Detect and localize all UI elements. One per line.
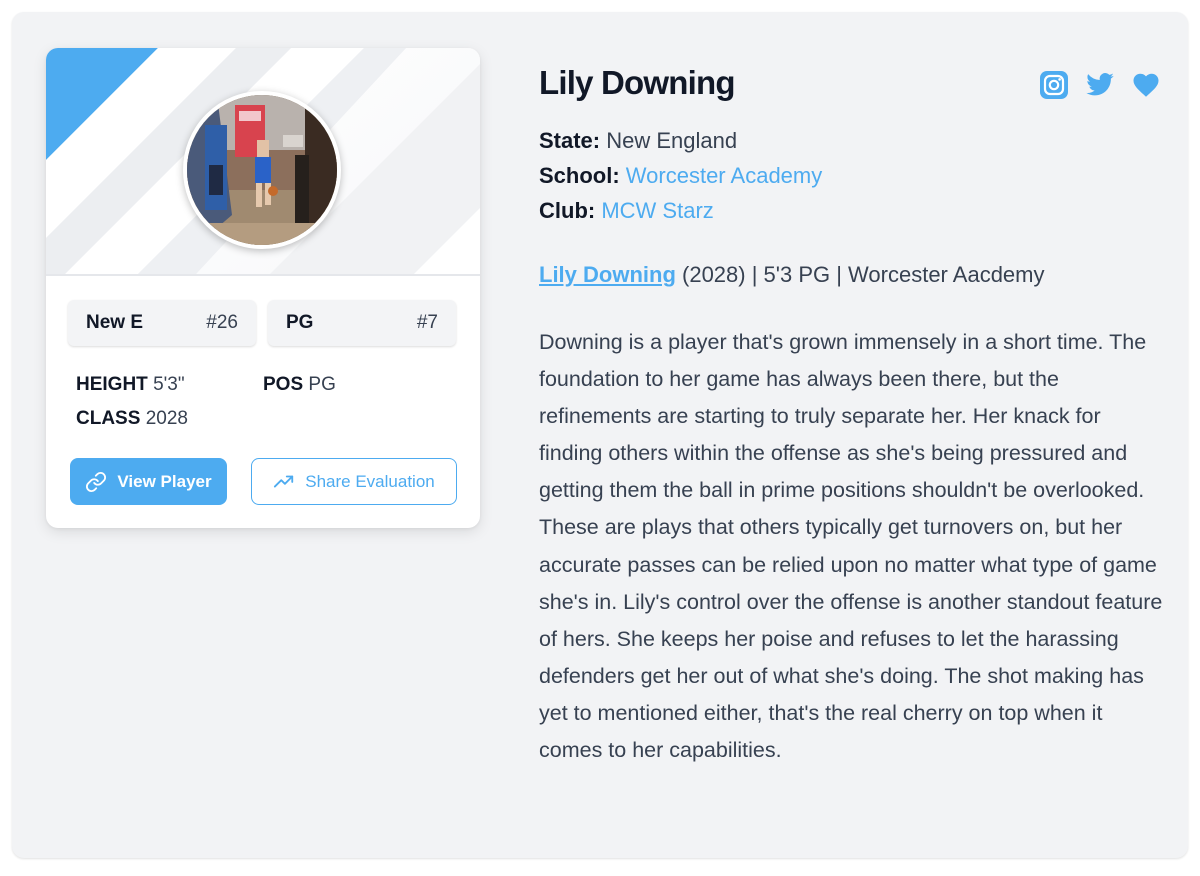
share-evaluation-label: Share Evaluation bbox=[305, 471, 435, 491]
region-rank-label: New E bbox=[86, 312, 144, 333]
school-link[interactable]: Worcester Academy bbox=[626, 163, 822, 188]
club-label: Club: bbox=[539, 198, 596, 223]
height-value: 5'3" bbox=[153, 374, 185, 395]
player-name-link[interactable]: Lily Downing bbox=[539, 262, 676, 287]
class-value: 2028 bbox=[145, 408, 188, 429]
position-rank-box: PG #7 bbox=[268, 300, 456, 346]
position-value: PG bbox=[308, 374, 336, 395]
height-stat: HEIGHT 5'3" bbox=[76, 374, 185, 396]
share-evaluation-button[interactable]: Share Evaluation bbox=[251, 458, 457, 505]
position-rank-value: #7 bbox=[416, 312, 438, 333]
height-label: HEIGHT bbox=[76, 374, 148, 395]
heart-icon[interactable] bbox=[1131, 70, 1161, 100]
club-line: Club: MCW Starz bbox=[539, 198, 714, 224]
club-link[interactable]: MCW Starz bbox=[601, 198, 713, 223]
player-summary-line: Lily Downing (2028) | 5'3 PG | Worcester… bbox=[539, 262, 1045, 288]
trending-up-icon bbox=[273, 471, 295, 493]
region-rank-value: #26 bbox=[206, 312, 238, 333]
view-player-button[interactable]: View Player bbox=[70, 458, 227, 505]
player-name: Lily Downing bbox=[539, 64, 736, 101]
banner-divider bbox=[46, 274, 480, 276]
state-line: State: New England bbox=[539, 128, 737, 154]
player-profile-panel: New E #26 PG #7 HEIGHT 5'3" POS PG CLASS… bbox=[12, 12, 1188, 858]
school-line: School: Worcester Academy bbox=[539, 163, 822, 189]
avatar-photo bbox=[187, 95, 337, 245]
summary-text: (2028) | 5'3 PG | Worcester Aacdemy bbox=[675, 262, 1045, 287]
player-avatar bbox=[183, 91, 341, 249]
position-rank-label: PG bbox=[286, 312, 314, 333]
region-rank-box: New E #26 bbox=[68, 300, 256, 346]
link-icon bbox=[85, 471, 107, 493]
position-stat: POS PG bbox=[263, 374, 336, 396]
school-label: School: bbox=[539, 163, 620, 188]
state-label: State: bbox=[539, 128, 601, 153]
state-value: New England bbox=[606, 128, 738, 153]
instagram-icon[interactable] bbox=[1039, 70, 1069, 100]
player-card: New E #26 PG #7 HEIGHT 5'3" POS PG CLASS… bbox=[46, 48, 480, 528]
class-stat: CLASS 2028 bbox=[76, 408, 188, 430]
view-player-label: View Player bbox=[117, 471, 212, 491]
twitter-icon[interactable] bbox=[1085, 70, 1115, 100]
evaluation-text: Downing is a player that's grown immense… bbox=[539, 330, 1163, 763]
position-label: POS bbox=[263, 374, 304, 395]
class-label: CLASS bbox=[76, 408, 141, 429]
